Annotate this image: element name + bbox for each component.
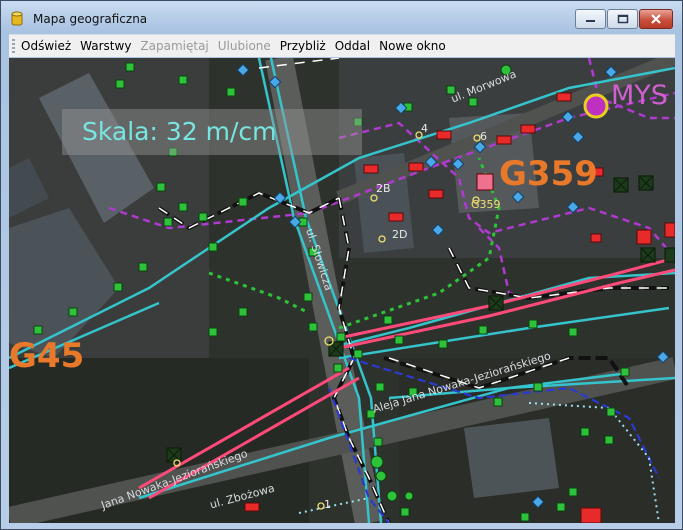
toolbar-grip[interactable] (12, 39, 15, 53)
menu-oddal[interactable]: Oddal (335, 39, 370, 53)
app-icon (11, 11, 23, 26)
app-window: Mapa geograficzna Odśwież Warstwy Zapami… (0, 0, 683, 530)
minimize-button[interactable] (575, 9, 606, 29)
scale-overlay: Skala: 32 m/cm (62, 109, 362, 155)
label-2b: 2B (376, 182, 391, 195)
maximize-icon (617, 14, 628, 24)
window-title: Mapa geograficzna (33, 12, 148, 26)
menu-odswiez[interactable]: Odśwież (21, 39, 71, 53)
maximize-button[interactable] (607, 9, 638, 29)
map-view[interactable]: Skala: 32 m/cm G359 G359 G45 MYS 2B 2D 4… (9, 58, 675, 523)
label-2d: 2D (392, 228, 408, 241)
label-g359: G359 (499, 154, 598, 194)
menu-zapamietaj[interactable]: Zapamiętaj (140, 39, 208, 53)
menu-warstwy[interactable]: Warstwy (80, 39, 131, 53)
close-button[interactable] (639, 9, 673, 29)
menu-ulubione[interactable]: Ulubione (218, 39, 271, 53)
label-mys: MYS (611, 80, 668, 111)
label-6: 6 (480, 130, 487, 143)
label-1: 1 (324, 498, 331, 511)
menu-przybliz[interactable]: Przybliż (280, 39, 326, 53)
label-4: 4 (421, 122, 428, 135)
menu-nowe-okno[interactable]: Nowe okno (379, 39, 446, 53)
close-icon (651, 14, 661, 24)
scale-text: Skala: 32 m/cm (82, 117, 277, 146)
label-g359-small: G359 (471, 198, 501, 211)
menu-bar: Odśwież Warstwy Zapamiętaj Ulubione Przy… (9, 34, 675, 57)
label-g45: G45 (9, 336, 85, 376)
title-bar[interactable]: Mapa geograficzna (1, 1, 682, 35)
minimize-icon (585, 20, 595, 22)
